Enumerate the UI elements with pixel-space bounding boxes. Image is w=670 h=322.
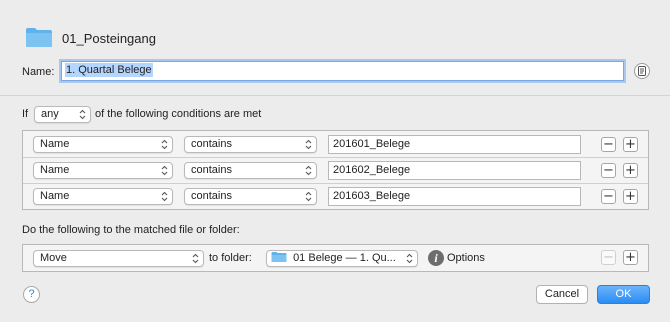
chevron-updown-icon bbox=[161, 165, 168, 176]
notes-button[interactable] bbox=[634, 63, 650, 79]
chevron-updown-icon bbox=[161, 139, 168, 150]
folder-icon bbox=[271, 252, 287, 262]
condition-value-field[interactable]: 201601_Belege bbox=[328, 135, 581, 154]
info-icon[interactable]: i bbox=[428, 250, 444, 266]
folder-popup-value: 01 Belege — 1. Qu... bbox=[293, 252, 396, 264]
condition-operator-popup[interactable]: contains bbox=[184, 162, 317, 179]
condition-attribute-value: Name bbox=[40, 138, 70, 150]
action-popup-value: Move bbox=[40, 252, 67, 264]
to-folder-label: to folder: bbox=[209, 252, 252, 264]
condition-operator-popup[interactable]: contains bbox=[184, 136, 317, 153]
match-popup-value: any bbox=[41, 108, 59, 120]
cancel-button[interactable]: Cancel bbox=[536, 285, 588, 304]
condition-operator-value: contains bbox=[191, 138, 232, 150]
condition-value-field[interactable]: 201603_Belege bbox=[328, 187, 581, 206]
remove-condition-button[interactable]: − bbox=[601, 137, 616, 152]
name-input[interactable]: 1. Quartal Belege bbox=[61, 61, 624, 81]
condition-attribute-popup[interactable]: Name bbox=[33, 188, 173, 205]
folder-icon bbox=[26, 28, 52, 47]
name-input-value: 1. Quartal Belege bbox=[65, 63, 153, 77]
chevron-updown-icon bbox=[406, 253, 413, 264]
condition-operator-popup[interactable]: contains bbox=[184, 188, 317, 205]
add-condition-button[interactable]: + bbox=[623, 163, 638, 178]
condition-attribute-popup[interactable]: Name bbox=[33, 162, 173, 179]
match-popup[interactable]: any bbox=[34, 106, 91, 123]
condition-operator-value: contains bbox=[191, 164, 232, 176]
add-action-button[interactable]: + bbox=[623, 250, 638, 265]
chevron-updown-icon bbox=[192, 253, 199, 264]
add-condition-button[interactable]: + bbox=[623, 137, 638, 152]
remove-condition-button[interactable]: − bbox=[601, 189, 616, 204]
conditions-suffix: of the following conditions are met bbox=[95, 108, 262, 120]
condition-attribute-value: Name bbox=[40, 190, 70, 202]
condition-value-field[interactable]: 201602_Belege bbox=[328, 161, 581, 180]
chevron-updown-icon bbox=[161, 191, 168, 202]
chevron-updown-icon bbox=[79, 109, 86, 120]
remove-condition-button[interactable]: − bbox=[601, 163, 616, 178]
folder-popup[interactable]: 01 Belege — 1. Qu... bbox=[266, 250, 418, 267]
add-condition-button[interactable]: + bbox=[623, 189, 638, 204]
actions-heading: Do the following to the matched file or … bbox=[22, 224, 240, 236]
ok-button[interactable]: OK bbox=[597, 285, 650, 304]
row-divider bbox=[23, 183, 648, 184]
condition-attribute-popup[interactable]: Name bbox=[33, 136, 173, 153]
folder-title: 01_Posteingang bbox=[62, 31, 156, 46]
help-button[interactable]: ? bbox=[23, 286, 40, 303]
chevron-updown-icon bbox=[305, 165, 312, 176]
row-divider bbox=[23, 157, 648, 158]
options-button[interactable]: Options bbox=[447, 252, 485, 264]
action-popup[interactable]: Move bbox=[33, 250, 204, 267]
condition-attribute-value: Name bbox=[40, 164, 70, 176]
chevron-updown-icon bbox=[305, 191, 312, 202]
conditions-prefix: If bbox=[22, 108, 29, 120]
divider bbox=[0, 95, 670, 96]
condition-operator-value: contains bbox=[191, 190, 232, 202]
name-label: Name: bbox=[22, 66, 55, 78]
notes-icon bbox=[638, 66, 646, 76]
remove-action-button: − bbox=[601, 250, 616, 265]
chevron-updown-icon bbox=[305, 139, 312, 150]
